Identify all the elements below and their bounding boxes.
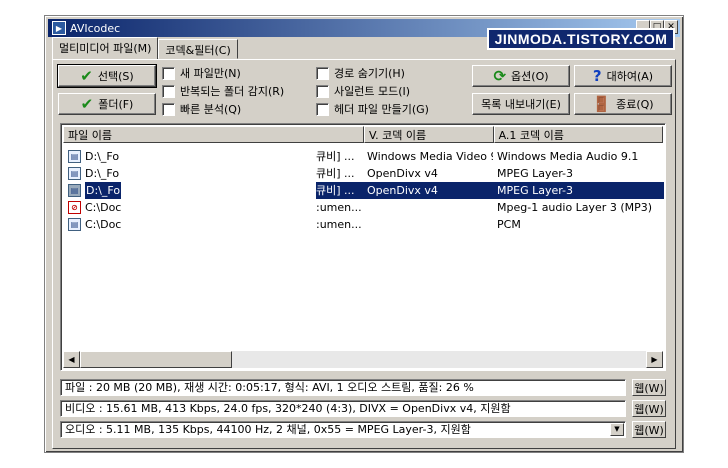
scroll-right-arrow-icon[interactable]: ▶ <box>646 351 663 368</box>
checkbox-create-header-file[interactable]: 헤더 파일 만들기(G) <box>316 101 429 117</box>
row-audio-codec: MPEG Layer-3 <box>497 184 574 197</box>
checkbox-detect-recursive-folders[interactable]: 반복되는 폴더 감지(R) <box>162 83 284 99</box>
row-filename: C:\Doc <box>85 218 122 231</box>
row-filename: D:\_Fo <box>85 150 120 163</box>
checkbox-label: 경로 숨기기(H) <box>334 67 405 80</box>
video-file-icon: ▤ <box>68 218 81 231</box>
row-video-codec <box>367 216 493 233</box>
checkbox-quick-analysis[interactable]: 빠른 분석(Q) <box>162 101 241 117</box>
audio-info-value: 오디오 : 5.11 MB, 135 Kbps, 44100 Hz, 2 채널,… <box>65 423 471 436</box>
row-video-codec: OpenDivx v4 <box>367 167 438 180</box>
exit-button-label: 종료(Q) <box>616 98 654 111</box>
tab-codecs-filters[interactable]: 코덱&필터(C) <box>158 39 238 59</box>
row-filename: D:\_Fo <box>85 182 121 199</box>
row-filename: D:\_Fo <box>85 167 120 180</box>
exit-button[interactable]: 🚪 종료(Q) <box>574 93 672 115</box>
select-button-label: 선택(S) <box>97 70 134 83</box>
table-row-selected[interactable]: ▤ D:\_Fo 큐비] ... OpenDivx v4 MPEG Layer-… <box>63 182 664 199</box>
checkbox-label: 새 파일만(N) <box>180 67 241 80</box>
row-filename-tail: 큐비] ... <box>316 167 355 180</box>
web-button-audio[interactable]: 웹(W) <box>632 421 666 438</box>
checkbox-box[interactable] <box>316 84 329 98</box>
row-audio-codec: MPEG Layer-3 <box>497 167 574 180</box>
checkbox-hide-path[interactable]: 경로 숨기기(H) <box>316 65 405 81</box>
column-header-video-codec[interactable]: V. 코덱 이름 <box>363 126 494 143</box>
error-file-icon: ⊘ <box>68 201 81 214</box>
file-info-field: 파일 : 20 MB (20 MB), 재생 시간: 0:05:17, 형식: … <box>60 379 626 396</box>
video-file-icon: ▤ <box>68 150 81 163</box>
file-list[interactable]: 파일 이름 V. 코덱 이름 A.1 코덱 이름 ▤ D:\_Fo 큐비] ..… <box>60 123 666 371</box>
checkbox-box[interactable] <box>162 66 175 80</box>
row-audio-codec: PCM <box>497 218 521 231</box>
folder-button[interactable]: ✔ 폴더(F) <box>58 93 156 115</box>
checkbox-label: 반복되는 폴더 감지(R) <box>180 85 285 98</box>
checkbox-silent-mode[interactable]: 사일런트 모드(I) <box>316 83 410 99</box>
column-header-filename[interactable]: 파일 이름 <box>63 126 364 143</box>
checkmark-icon: ✔ <box>80 66 93 85</box>
row-filename: C:\Doc <box>85 201 122 214</box>
checkbox-box[interactable] <box>162 102 175 116</box>
list-header: 파일 이름 V. 코덱 이름 A.1 코덱 이름 <box>63 126 663 143</box>
checkbox-box[interactable] <box>316 102 329 116</box>
row-filename-tail: :umen... <box>316 218 362 231</box>
web-button-video[interactable]: 웹(W) <box>632 400 666 417</box>
options-button[interactable]: ⟳ 옵션(O) <box>472 65 570 87</box>
checkbox-label: 사일런트 모드(I) <box>334 85 411 98</box>
audio-info-select[interactable]: 오디오 : 5.11 MB, 135 Kbps, 44100 Hz, 2 채널,… <box>60 421 626 438</box>
checkbox-box[interactable] <box>316 66 329 80</box>
export-list-button-label: 목록 내보내기(E) <box>481 98 561 111</box>
web-button-file[interactable]: 웹(W) <box>632 379 666 396</box>
options-button-label: 옵션(O) <box>511 70 549 83</box>
tab-multimedia-files[interactable]: 멀티미디어 파일(M) <box>52 37 159 59</box>
chevron-down-icon[interactable]: ▼ <box>610 423 624 436</box>
scroll-left-arrow-icon[interactable]: ◀ <box>63 351 80 368</box>
row-video-codec <box>367 199 493 216</box>
folder-button-label: 폴더(F) <box>98 98 134 111</box>
checkbox-label: 빠른 분석(Q) <box>180 103 242 116</box>
row-audio-codec: Mpeg-1 audio Layer 3 (MP3) <box>497 201 653 214</box>
checkmark-icon: ✔ <box>80 94 94 113</box>
watermark: JINMODA.TISTORY.COM <box>487 28 675 50</box>
help-icon: ? <box>592 66 602 85</box>
table-row[interactable]: ▤ D:\_Fo 큐비] ... Windows Media Video 9 W… <box>63 148 647 165</box>
table-row[interactable]: ▤ D:\_Fo 큐비] ... OpenDivx v4 MPEG Layer-… <box>63 165 647 182</box>
video-info-field: 비디오 : 15.61 MB, 413 Kbps, 24.0 fps, 320*… <box>60 400 626 417</box>
row-filename-tail: 큐비] ... <box>316 184 355 197</box>
row-filename-tail: :umen... <box>316 201 362 214</box>
export-list-button[interactable]: 목록 내보내기(E) <box>472 93 570 115</box>
refresh-icon: ⟳ <box>493 66 507 85</box>
scrollbar-thumb[interactable] <box>80 351 232 368</box>
row-video-codec: OpenDivx v4 <box>367 184 438 197</box>
table-row[interactable]: ⊘ C:\Doc :umen... Mpeg-1 audio Layer 3 (… <box>63 199 652 216</box>
horizontal-scrollbar[interactable]: ◀ ▶ <box>63 351 663 368</box>
row-audio-codec: Windows Media Audio 9.1 <box>497 150 639 163</box>
about-button-label: 대하여(A) <box>606 70 654 83</box>
select-button[interactable]: ✔ 선택(S) <box>57 64 157 88</box>
checkbox-box[interactable] <box>162 84 175 98</box>
row-video-codec: Windows Media Video 9 <box>367 150 493 163</box>
row-filename-tail: 큐비] ... <box>316 150 355 163</box>
checkbox-new-files-only[interactable]: 새 파일만(N) <box>162 65 241 81</box>
column-header-audio-codec[interactable]: A.1 코덱 이름 <box>493 126 663 143</box>
video-file-icon: ▤ <box>68 184 81 197</box>
table-row[interactable]: ▤ C:\Doc :umen... PCM <box>63 216 647 233</box>
video-file-icon: ▤ <box>68 167 81 180</box>
exit-door-icon: 🚪 <box>592 94 612 113</box>
about-button[interactable]: ? 대하여(A) <box>574 65 672 87</box>
checkbox-label: 헤더 파일 만들기(G) <box>334 103 429 116</box>
